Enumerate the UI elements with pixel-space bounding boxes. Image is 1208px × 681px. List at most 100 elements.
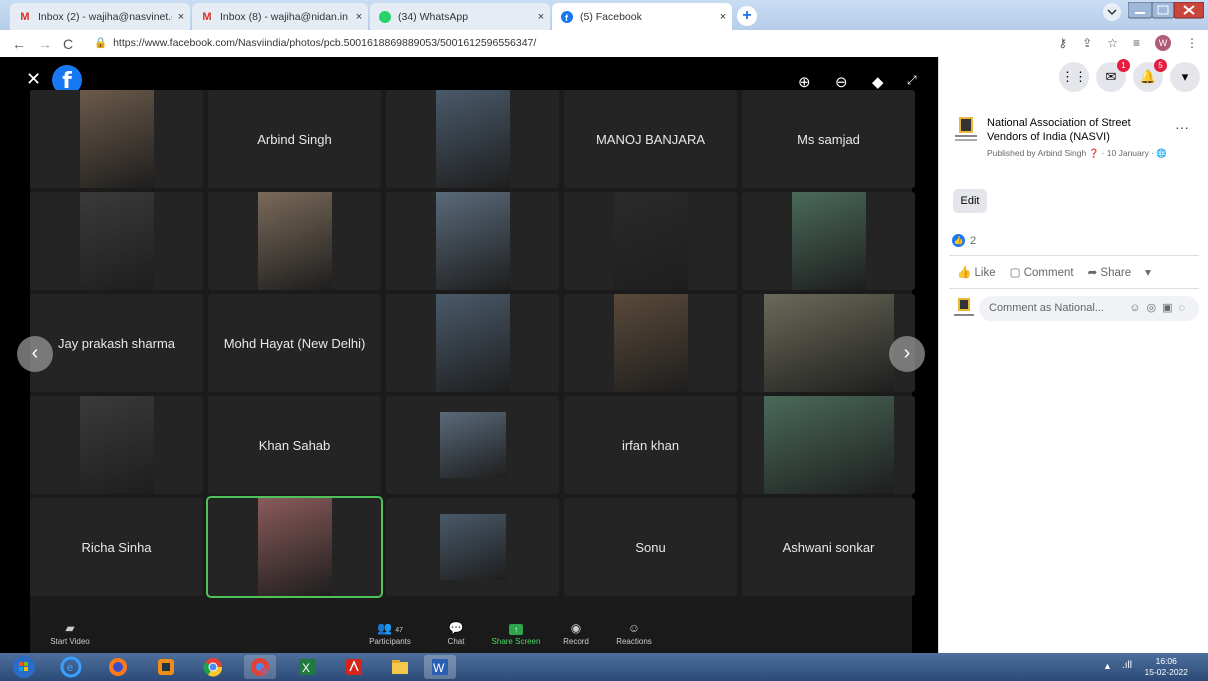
participants-button: 👥 47 Participants (360, 621, 420, 646)
menu-grid-icon[interactable]: ⋮⋮ (1059, 62, 1089, 92)
tab-facebook[interactable]: f (5) Facebook × (552, 3, 732, 30)
more-options-icon[interactable]: ··· (1175, 119, 1189, 135)
like-summary[interactable]: 👍 2 (952, 234, 976, 247)
comment-input[interactable]: Comment as National... ☺◎▣◌ (979, 296, 1199, 321)
lock-icon: 🔒 (94, 37, 108, 49)
participant-tile (386, 192, 559, 290)
tag-icon[interactable]: ◆ (872, 73, 884, 91)
page-avatar[interactable] (953, 115, 979, 145)
participant-tile: Ashwani sonkar (742, 498, 915, 596)
participant-name: Ashwani sonkar (782, 539, 875, 555)
fullscreen-icon[interactable]: ⤢ (907, 73, 917, 88)
profile-avatar[interactable]: W (1155, 35, 1171, 51)
participant-video (435, 90, 510, 188)
post-actions: 👍 Like ▢ Comment ➦ Share ▾ (957, 265, 1202, 279)
tab-gmail-nasvinet[interactable]: M Inbox (2) - wajiha@nasvinet.org × (10, 3, 190, 30)
tab-gmail-nidan[interactable]: M Inbox (8) - wajiha@nidan.in - NI × (192, 3, 368, 30)
like-button[interactable]: 👍 Like (957, 265, 996, 279)
close-icon[interactable]: ✕ (26, 69, 41, 90)
previous-photo-arrow[interactable]: ‹ (17, 336, 53, 372)
word-icon[interactable]: W (424, 655, 456, 679)
tab-label: (5) Facebook (580, 10, 642, 23)
participant-video (79, 90, 154, 188)
tab-close-icon[interactable]: × (714, 11, 732, 23)
published-by: Published by Arbind Singh (987, 148, 1087, 158)
share-screen-label: Share Screen (491, 637, 541, 646)
comment-placeholder: Comment as National... (989, 302, 1104, 314)
like-label: Like (974, 267, 996, 279)
internet-explorer-icon[interactable]: e (55, 655, 87, 679)
chrome-profile-icon[interactable] (244, 655, 276, 679)
menu-kebab-icon[interactable]: ⋮ (1186, 36, 1198, 50)
browser-tab-strip: M Inbox (2) - wajiha@nasvinet.org × M In… (0, 0, 1208, 30)
like-count: 2 (970, 234, 977, 247)
notifications-icon[interactable]: 🔔 5 (1133, 59, 1167, 92)
url-field[interactable]: 🔒 https://www.facebook.com/Nasviindia/pho… (94, 34, 536, 53)
forward-icon[interactable]: → (38, 36, 52, 52)
comment-button[interactable]: ▢ Comment (1010, 265, 1074, 279)
next-photo-arrow[interactable]: › (889, 336, 925, 372)
participant-video (613, 192, 688, 290)
zoom-out-icon[interactable]: ⊖ (835, 73, 848, 91)
profile-dropdown-icon[interactable] (1102, 2, 1122, 21)
participant-tile (30, 396, 203, 494)
firefox-icon[interactable] (102, 655, 134, 679)
svg-text:X: X (302, 661, 310, 675)
participant-tile: Ms samjad (742, 90, 915, 188)
participant-video (435, 294, 510, 392)
bookmark-star-icon[interactable]: ☆ (1107, 36, 1118, 50)
key-icon[interactable]: ⚷ (1058, 36, 1067, 50)
participant-video (439, 412, 506, 478)
whatsapp-icon (378, 10, 392, 24)
gmail-icon: M (202, 10, 212, 23)
comment-tools-icons[interactable]: ☺◎▣◌ (1129, 296, 1191, 321)
record-button: ◉ Record (546, 621, 606, 646)
participant-tile (30, 90, 203, 188)
clock-date: 15-02-2022 (1144, 667, 1188, 677)
participant-tile (386, 90, 559, 188)
zoom-in-icon[interactable]: ⊕ (798, 73, 811, 91)
post-date[interactable]: 10 January (1107, 148, 1149, 158)
tab-close-icon[interactable]: × (350, 11, 368, 23)
participant-tile (208, 192, 381, 290)
page-name[interactable]: National Association of Street Vendors o… (987, 116, 1167, 144)
reading-list-icon[interactable]: ≡ (1133, 36, 1140, 50)
participant-tile: Sonu (564, 498, 737, 596)
excel-icon[interactable]: X (291, 655, 323, 679)
window-controls (1127, 1, 1205, 20)
participant-tile: Khan Sahab (208, 396, 381, 494)
tab-close-icon[interactable]: × (532, 11, 550, 23)
back-icon[interactable]: ← (12, 36, 26, 52)
account-dropdown-icon[interactable]: ▾ (1170, 62, 1200, 92)
participant-video (439, 514, 506, 580)
file-explorer-icon[interactable] (384, 655, 416, 679)
tab-close-icon[interactable]: × (172, 11, 190, 23)
share-button[interactable]: ➦ Share (1088, 265, 1132, 279)
participant-video (435, 192, 510, 290)
photo-viewer: ✕ f ⊕ ⊖ ◆ ⤢ Arbind Singh MANOJ BANJARA Ms … (0, 57, 938, 655)
post-as-dropdown-icon[interactable]: ▾ (1145, 265, 1151, 279)
share-page-icon[interactable]: ⇪ (1082, 36, 1092, 50)
participant-video (613, 294, 688, 392)
share-icon: ➦ (1087, 267, 1098, 279)
tray-expand-icon[interactable]: ▲ (1103, 661, 1112, 671)
participants-label: Participants (369, 637, 411, 646)
chrome-icon[interactable] (197, 655, 229, 679)
messenger-icon[interactable]: ✉ 1 (1096, 59, 1130, 92)
participant-video (763, 396, 894, 494)
system-clock[interactable]: 16:06 15-02-2022 (1145, 656, 1188, 678)
participants-icon: 👥 47 (376, 621, 404, 635)
reload-icon[interactable]: C (63, 36, 73, 52)
record-label: Record (563, 637, 589, 646)
network-signal-icon[interactable]: .ıll (1122, 660, 1132, 671)
new-tab-button[interactable]: + (737, 6, 757, 26)
edit-button[interactable]: Edit (953, 189, 987, 213)
participant-name: Mohd Hayat (New Delhi) (223, 335, 366, 351)
start-button-icon[interactable] (8, 655, 40, 679)
participant-tile (564, 192, 737, 290)
media-player-icon[interactable] (150, 655, 182, 679)
reactions-button: ☺ Reactions (604, 621, 664, 646)
tab-whatsapp[interactable]: (34) WhatsApp × (370, 3, 550, 30)
svg-text:e: e (67, 662, 73, 674)
acrobat-icon[interactable] (338, 655, 370, 679)
